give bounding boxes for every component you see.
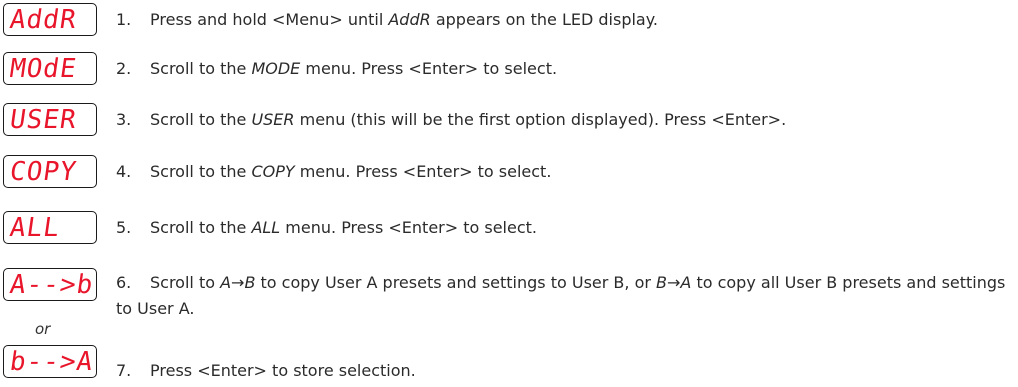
- step-6: 6. Scroll to A→B to copy User A presets a…: [116, 270, 1012, 322]
- step-4: 4. Scroll to the COPY menu. Press <Enter>…: [116, 159, 1012, 185]
- step-text: menu. Press <Enter> to select.: [280, 218, 537, 237]
- step-text: menu. Press <Enter> to select.: [300, 59, 558, 78]
- step-text: Scroll to the: [150, 218, 252, 237]
- led-display-addr: AddR: [3, 3, 97, 36]
- led-display-text: b-->A: [7, 346, 96, 377]
- step-text: Press <Enter> to store selection.: [150, 361, 416, 380]
- step-menu-term: AddR: [388, 10, 431, 29]
- step-menu-term: COPY: [251, 162, 295, 181]
- step-number: 7.: [116, 361, 132, 380]
- step-text: menu (this will be the first option disp…: [294, 110, 787, 129]
- step-5: 5. Scroll to the ALL menu. Press <Enter> …: [116, 215, 1012, 241]
- step-number: 2.: [116, 59, 132, 78]
- step-text: Scroll to the: [150, 162, 252, 181]
- led-display-text: ALL: [7, 212, 63, 243]
- or-label: or: [35, 320, 51, 338]
- led-display-copy: COPY: [3, 155, 97, 188]
- step-menu-term: USER: [251, 110, 295, 129]
- step-text: Press and hold <Menu> until: [150, 10, 389, 29]
- step-number: 6.: [116, 273, 132, 292]
- led-display-text: AddR: [7, 4, 79, 35]
- step-text: Scroll to the: [150, 110, 252, 129]
- step-text: Scroll to: [150, 273, 221, 292]
- step-text: to copy User A presets and settings to U…: [255, 273, 657, 292]
- led-display-text: A-->b: [7, 269, 96, 300]
- led-display-mode: MOdE: [3, 52, 97, 85]
- step-number: 5.: [116, 218, 132, 237]
- led-display-b-to-a: b-->A: [3, 345, 97, 378]
- step-7: 7. Press <Enter> to store selection.: [116, 358, 1012, 384]
- step-number: 3.: [116, 110, 132, 129]
- led-display-all: ALL: [3, 211, 97, 244]
- step-2: 2. Scroll to the MODE menu. Press <Enter>…: [116, 56, 1012, 82]
- step-menu-term: MODE: [251, 59, 301, 78]
- step-text: appears on the LED display.: [430, 10, 658, 29]
- step-text: Scroll to the: [150, 59, 252, 78]
- led-display-a-to-b: A-->b: [3, 268, 97, 301]
- step-menu-term: B→A: [656, 273, 692, 292]
- step-3: 3. Scroll to the USER menu (this will be …: [116, 107, 1012, 133]
- step-menu-term: ALL: [251, 218, 281, 237]
- step-number: 1.: [116, 10, 132, 29]
- step-text: menu. Press <Enter> to select.: [294, 162, 552, 181]
- step-1: 1. Press and hold <Menu> until AddR appea…: [116, 7, 1012, 33]
- led-display-text: USER: [7, 104, 79, 135]
- led-display-text: MOdE: [7, 53, 79, 84]
- step-number: 4.: [116, 162, 132, 181]
- step-menu-term: A→B: [220, 273, 256, 292]
- led-display-text: COPY: [7, 156, 79, 187]
- led-display-user: USER: [3, 103, 97, 136]
